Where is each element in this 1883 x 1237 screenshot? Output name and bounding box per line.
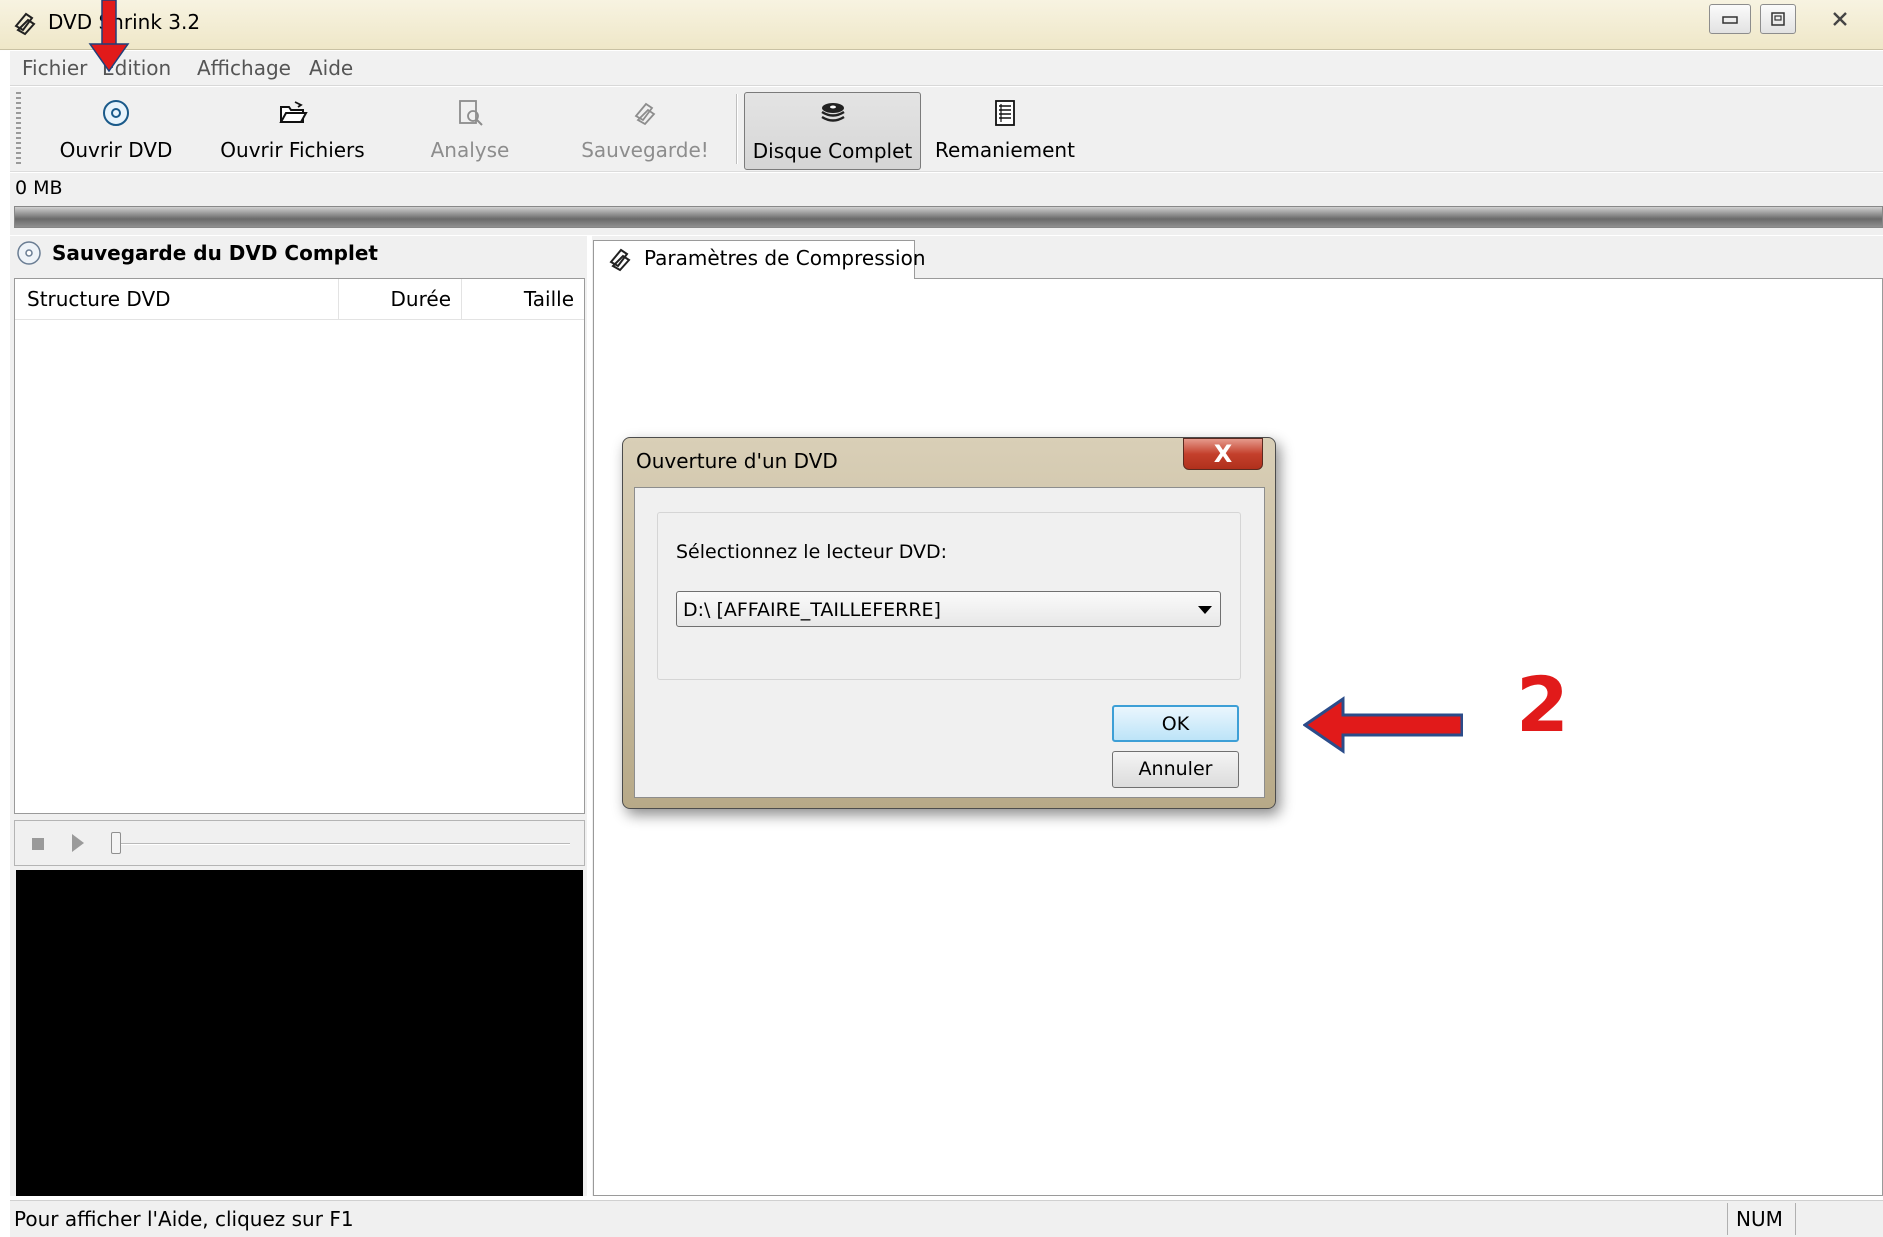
dvd-disc-icon <box>17 241 41 265</box>
analyse-label: Analyse <box>430 138 510 162</box>
dialog-close-button[interactable]: X <box>1183 438 1263 470</box>
remaniement-button[interactable]: Remaniement <box>930 92 1080 168</box>
dvd-drive-selected-value: D:\ [AFFAIRE_TAILLEFERRE] <box>683 599 941 621</box>
dvd-structure-list[interactable] <box>14 278 585 814</box>
open-files-label: Ouvrir Fichiers <box>220 138 365 162</box>
drive-prompt-label: Sélectionnez le lecteur DVD: <box>676 541 948 563</box>
output-size-label: 0 MB <box>15 177 63 199</box>
open-folder-icon <box>278 101 308 123</box>
num-lock-indicator: NUM <box>1736 1207 1783 1231</box>
open-dvd-label: Ouvrir DVD <box>59 138 173 162</box>
seek-slider-thumb[interactable] <box>111 832 121 854</box>
chevron-down-icon[interactable] <box>1198 606 1212 614</box>
full-disc-label: Disque Complet <box>752 139 913 163</box>
dvd-structure-header: Structure DVD Durée Taille <box>15 279 584 320</box>
open-dvd-button[interactable]: Ouvrir DVD <box>50 92 182 168</box>
video-preview <box>16 870 583 1196</box>
list-document-icon <box>995 100 1015 126</box>
maximize-icon <box>1771 12 1785 26</box>
seek-track[interactable] <box>116 843 570 845</box>
full-disc-button[interactable]: Disque Complet <box>744 92 921 170</box>
backup-button[interactable]: Sauvegarde! <box>580 92 710 168</box>
app-logo-icon <box>14 12 36 36</box>
annotation-step-number: 2 <box>1516 660 1569 749</box>
remaniement-label: Remaniement <box>935 138 1075 162</box>
close-icon <box>1833 12 1847 26</box>
maximize-button[interactable] <box>1760 4 1796 34</box>
backup-label: Sauvegarde! <box>581 138 709 162</box>
column-duree[interactable]: Durée <box>339 279 462 319</box>
minimize-icon <box>1722 16 1738 24</box>
annotation-arrow-down-icon <box>88 0 130 72</box>
menu-affichage[interactable]: Affichage <box>197 56 291 80</box>
column-taille[interactable]: Taille <box>462 279 584 319</box>
column-structure-dvd[interactable]: Structure DVD <box>15 279 339 319</box>
menu-fichier[interactable]: Fichier <box>22 56 87 80</box>
menu-aide[interactable]: Aide <box>309 56 353 80</box>
disc-stack-icon <box>820 103 845 122</box>
close-button[interactable] <box>1805 4 1875 34</box>
minimize-button[interactable] <box>1709 4 1751 34</box>
cancel-button[interactable]: Annuler <box>1112 751 1239 788</box>
analyse-button[interactable]: Analyse <box>410 92 530 168</box>
toolbar-grip[interactable] <box>16 92 21 167</box>
shrink-logo-icon <box>609 248 631 272</box>
backup-panel-title: Sauvegarde du DVD Complet <box>52 241 378 265</box>
toolbar-separator <box>736 94 738 164</box>
stop-icon[interactable] <box>32 838 44 850</box>
menu-bar: Fichier Edition Affichage Aide <box>10 51 1883 86</box>
tab-compression-label: Paramètres de Compression <box>644 246 926 270</box>
status-text: Pour afficher l'Aide, cliquez sur F1 <box>14 1207 354 1231</box>
output-size-meter <box>14 206 1883 228</box>
annotation-arrow-left-icon <box>1303 696 1463 754</box>
play-icon[interactable] <box>72 834 84 852</box>
shrink-logo-icon <box>634 102 656 126</box>
title-bar <box>0 0 1883 50</box>
dvd-disc-icon <box>103 100 129 126</box>
open-files-button[interactable]: Ouvrir Fichiers <box>215 92 370 168</box>
dialog-title: Ouverture d'un DVD <box>636 449 838 473</box>
ok-button[interactable]: OK <box>1112 705 1239 742</box>
magnifier-document-icon <box>459 100 483 126</box>
